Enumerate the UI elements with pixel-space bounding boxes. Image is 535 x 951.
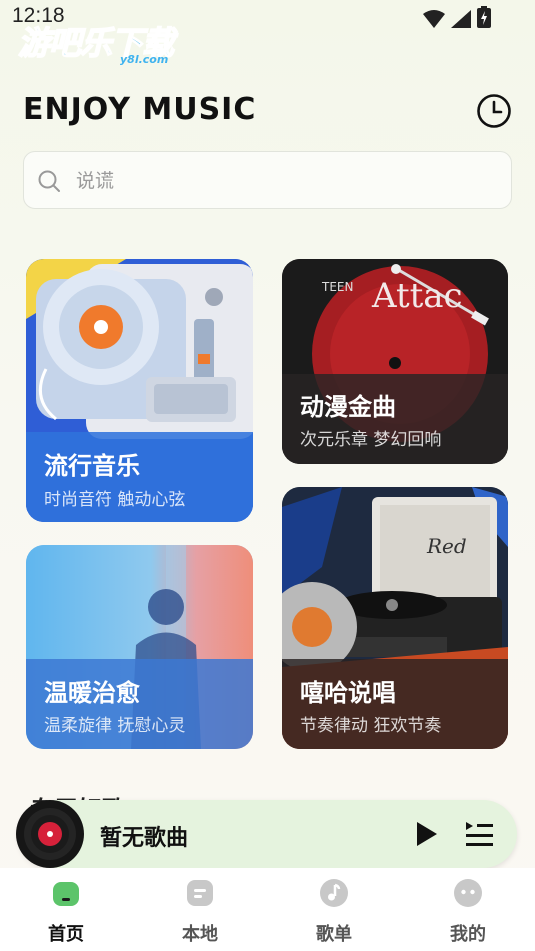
profile-icon	[454, 879, 482, 907]
category-card-hiphop[interactable]: Red 嘻哈说唱 节奏律动 狂欢节奏	[282, 487, 508, 749]
player-song-title: 暂无歌曲	[100, 826, 189, 851]
history-button[interactable]	[476, 93, 512, 129]
clock-icon	[477, 94, 511, 128]
card-title: 流行音乐	[44, 452, 140, 480]
bottom-tab-bar: 首页 本地 歌单 我的	[0, 868, 535, 951]
card-title: 嘻哈说唱	[300, 679, 396, 707]
battery-icon	[477, 6, 491, 28]
play-icon	[417, 822, 437, 846]
tab-profile[interactable]: 我的	[428, 868, 508, 951]
status-icons	[423, 6, 491, 28]
tab-label: 首页	[48, 924, 84, 945]
local-icon	[187, 880, 213, 906]
art-text: Red	[426, 534, 467, 558]
watermark-sub: y8l.com	[120, 53, 169, 66]
card-title: 动漫金曲	[300, 393, 396, 421]
tab-label: 歌单	[316, 924, 352, 945]
play-button[interactable]	[412, 820, 440, 848]
card-subtitle: 节奏律动 狂欢节奏	[300, 716, 442, 736]
wifi-icon	[423, 10, 445, 28]
search-bar[interactable]	[23, 151, 512, 209]
tab-playlist[interactable]: 歌单	[294, 868, 374, 951]
page-title: ENJOY MUSIC	[23, 92, 257, 127]
art-text: Attac	[371, 276, 463, 316]
playlist-icon	[320, 879, 348, 907]
search-icon	[38, 170, 60, 192]
tab-label: 我的	[450, 924, 486, 945]
queue-icon	[466, 822, 493, 846]
category-card-healing[interactable]: 温暖治愈 温柔旋律 抚慰心灵	[26, 545, 253, 749]
card-subtitle: 温柔旋律 抚慰心灵	[44, 716, 186, 736]
signal-icon	[451, 10, 471, 28]
card-subtitle: 次元乐章 梦幻回响	[300, 430, 442, 450]
category-card-pop[interactable]: 流行音乐 时尚音符 触动心弦	[26, 259, 253, 522]
watermark-logo: 游吧乐下载 y8l.com	[17, 18, 188, 68]
card-subtitle: 时尚音符 触动心弦	[44, 490, 186, 510]
playlist-queue-button[interactable]	[464, 820, 494, 848]
home-icon	[53, 882, 79, 906]
category-card-anime[interactable]: Attac TEEN 动漫金曲 次元乐章 梦幻回响	[282, 259, 508, 464]
card-title: 温暖治愈	[44, 679, 140, 707]
tab-local[interactable]: 本地	[160, 868, 240, 951]
tab-label: 本地	[182, 924, 218, 945]
search-input[interactable]	[76, 166, 476, 196]
mini-player[interactable]	[18, 800, 517, 868]
art-small-text: TEEN	[321, 280, 353, 294]
vinyl-disc-icon[interactable]	[16, 800, 84, 868]
tab-home[interactable]: 首页	[26, 868, 106, 951]
